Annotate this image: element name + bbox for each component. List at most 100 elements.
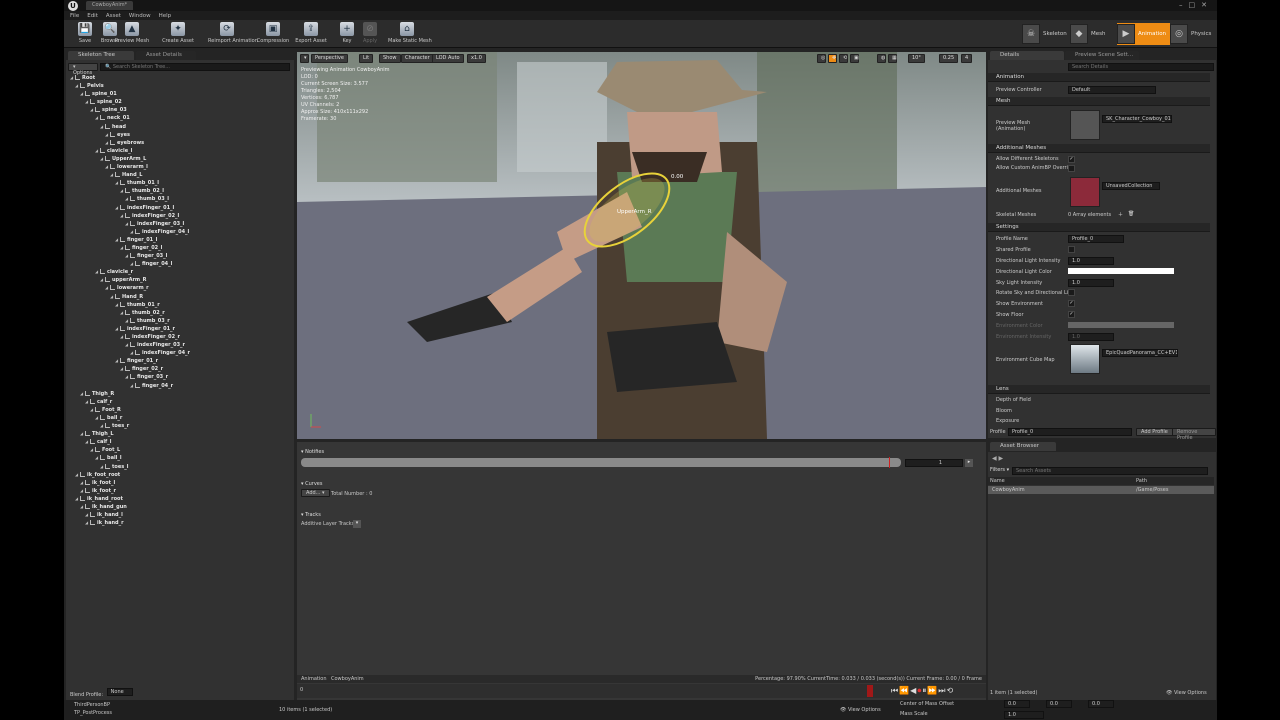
- menu-file[interactable]: File: [70, 13, 79, 19]
- tab-preview-scene-settings[interactable]: Preview Scene Sett...: [1065, 51, 1139, 60]
- delete-elements-icon[interactable]: 🗑: [1128, 211, 1134, 217]
- bone-row[interactable]: ◢ clavicle_r: [66, 268, 294, 276]
- viewport-menu-button[interactable]: ▾: [300, 54, 309, 63]
- details-search-input[interactable]: Search Details: [1068, 63, 1214, 71]
- menu-edit[interactable]: Edit: [87, 13, 98, 19]
- bone-row[interactable]: ◢ ball_r: [66, 414, 294, 422]
- asset-search-input[interactable]: Search Assets: [1012, 467, 1208, 475]
- skip-back-icon[interactable]: ⏮: [891, 686, 899, 695]
- rotate-sky-checkbox[interactable]: [1068, 289, 1075, 296]
- bone-row[interactable]: ◢ ik_hand_r: [66, 519, 294, 527]
- profile-name-input[interactable]: Profile_0: [1068, 235, 1124, 243]
- directional-light-intensity-input[interactable]: 1.0: [1068, 257, 1114, 265]
- timeline-scrubber[interactable]: [867, 685, 873, 697]
- bone-row[interactable]: ◢ clavicle_l: [66, 147, 294, 155]
- bone-row[interactable]: ◢ head: [66, 123, 294, 131]
- bone-row[interactable]: ◢ spine_01: [66, 90, 294, 98]
- lod-button[interactable]: LOD Auto: [432, 54, 464, 63]
- preview-mesh-thumbnail[interactable]: [1070, 110, 1100, 140]
- bone-row[interactable]: ◢ indexFinger_04_r: [66, 349, 294, 357]
- section-mesh[interactable]: Mesh: [988, 97, 1210, 106]
- nav-arrows[interactable]: ◀ ▶: [992, 455, 1003, 462]
- bone-row[interactable]: ◢ spine_02: [66, 98, 294, 106]
- bone-row[interactable]: ◢ ik_foot_l: [66, 479, 294, 487]
- section-additional-meshes[interactable]: Additional Meshes: [988, 144, 1210, 153]
- camera-speed-value[interactable]: 4: [961, 54, 973, 63]
- filters-button[interactable]: Filters ▾: [990, 467, 1009, 473]
- create-asset-button[interactable]: ✦ Create Asset: [159, 22, 197, 48]
- bone-row[interactable]: ◢ thumb_03_r: [66, 317, 294, 325]
- scale-snap-value[interactable]: 0.25: [939, 54, 959, 63]
- step-back-icon[interactable]: ⏪: [899, 686, 910, 695]
- add-element-icon[interactable]: ＋: [1118, 211, 1123, 218]
- curves-header[interactable]: ▾ Curves: [301, 481, 322, 487]
- bone-row[interactable]: ◢ finger_01_r: [66, 357, 294, 365]
- add-curve-button[interactable]: Add... ▾: [301, 489, 330, 497]
- translate-icon[interactable]: ✥: [828, 54, 837, 63]
- add-track-dropdown[interactable]: ▾: [353, 520, 361, 528]
- export-asset-button[interactable]: ⇪ Export Asset: [292, 22, 330, 48]
- bone-row[interactable]: ◢ Pelvis: [66, 82, 294, 90]
- bone-row[interactable]: ◢ indexFinger_04_l: [66, 228, 294, 236]
- bone-row[interactable]: ◢ upperArm_R: [66, 276, 294, 284]
- preview-mesh-button[interactable]: ▲ Preview Mesh: [113, 22, 151, 48]
- allow-custom-animbp-checkbox[interactable]: [1068, 165, 1075, 172]
- perspective-button[interactable]: Perspective: [311, 54, 348, 63]
- transport-controls[interactable]: ⏮⏪◀⏺⏸⏩⏭⟲: [891, 686, 954, 696]
- bone-row[interactable]: ◢ calf_r: [66, 398, 294, 406]
- additional-meshes-dropdown[interactable]: UnsavedCollection: [1102, 182, 1160, 190]
- section-settings[interactable]: Settings: [988, 223, 1210, 232]
- blend-profile-dropdown[interactable]: None: [106, 688, 133, 696]
- document-tab[interactable]: CowboyAnim*: [86, 1, 134, 10]
- playback-speed-button[interactable]: x1.0: [467, 54, 486, 63]
- loop-icon[interactable]: ⟲: [947, 686, 955, 695]
- bone-row[interactable]: ◢ ik_foot_r: [66, 487, 294, 495]
- bone-row[interactable]: ◢ finger_04_l: [66, 260, 294, 268]
- rotate-icon[interactable]: ⟲: [839, 54, 848, 63]
- bone-row[interactable]: ◢ ik_hand_gun: [66, 503, 294, 511]
- make-static-mesh-button[interactable]: ⌂ Make Static Mesh: [388, 22, 432, 48]
- skeleton-search-input[interactable]: 🔍 Search Skeleton Tree...: [100, 62, 290, 71]
- maximize-icon[interactable]: □: [1189, 1, 1202, 9]
- bone-row[interactable]: ◢ toes_r: [66, 422, 294, 430]
- skip-forward-icon[interactable]: ⏭: [938, 686, 946, 695]
- mode-mesh-button[interactable]: ◆ Mesh: [1070, 23, 1109, 45]
- bone-row[interactable]: ◢ eyes: [66, 131, 294, 139]
- apply-button[interactable]: ⊘ Apply: [351, 22, 389, 48]
- character-button[interactable]: Character: [401, 54, 434, 63]
- tab-details[interactable]: Details: [990, 51, 1064, 60]
- bone-row[interactable]: ◢ ik_hand_l: [66, 511, 294, 519]
- reimport-animation-button[interactable]: ⟳ Reimport Animation: [208, 22, 258, 48]
- bone-row[interactable]: ◢ Hand_L: [66, 171, 294, 179]
- section-lens[interactable]: Lens: [988, 385, 1210, 394]
- shared-profile-checkbox[interactable]: [1068, 246, 1075, 253]
- minimize-icon[interactable]: –: [1179, 1, 1189, 9]
- bone-row[interactable]: ◢ indexFinger_01_l: [66, 204, 294, 212]
- tab-asset-details[interactable]: Asset Details: [136, 51, 196, 60]
- cubemap-dropdown[interactable]: EpicQuadPanorama_CC+EV1: [1102, 349, 1178, 357]
- bone-row[interactable]: ◢ finger_04_r: [66, 382, 294, 390]
- bone-row[interactable]: ◢ finger_03_l: [66, 252, 294, 260]
- tab-asset-browser[interactable]: Asset Browser: [990, 442, 1056, 451]
- world-icon[interactable]: ◍: [877, 54, 886, 63]
- content-view-options[interactable]: 👁 View Options: [840, 707, 881, 713]
- bone-row[interactable]: ◢ calf_l: [66, 438, 294, 446]
- bone-row[interactable]: ◢ Thigh_L: [66, 430, 294, 438]
- bone-row[interactable]: ◢ Hand_R: [66, 293, 294, 301]
- bone-row[interactable]: ◢ eyebrows: [66, 139, 294, 147]
- bone-row[interactable]: ◢ Root: [66, 74, 294, 82]
- bone-row[interactable]: ◢ ik_hand_root: [66, 495, 294, 503]
- select-mode-icon[interactable]: ◎: [817, 54, 826, 63]
- asset-view-options[interactable]: 👁 View Options: [1166, 690, 1207, 696]
- bone-row[interactable]: ◢ toes_l: [66, 463, 294, 471]
- bone-row[interactable]: ◢ finger_02_l: [66, 244, 294, 252]
- compression-button[interactable]: ▣ Compression: [254, 22, 292, 48]
- menu-asset[interactable]: Asset: [106, 13, 121, 19]
- remove-profile-button[interactable]: Remove Profile: [1172, 428, 1216, 441]
- bone-row[interactable]: ◢ indexFinger_03_r: [66, 341, 294, 349]
- scroll-right-icon[interactable]: ▸: [965, 459, 973, 467]
- mode-skeleton-button[interactable]: ☠ Skeleton: [1022, 23, 1071, 45]
- bone-row[interactable]: ◢ ball_l: [66, 454, 294, 462]
- mode-animation-button[interactable]: ▶ Animation: [1117, 23, 1171, 45]
- mode-physics-button[interactable]: ◎ Physics: [1170, 23, 1215, 45]
